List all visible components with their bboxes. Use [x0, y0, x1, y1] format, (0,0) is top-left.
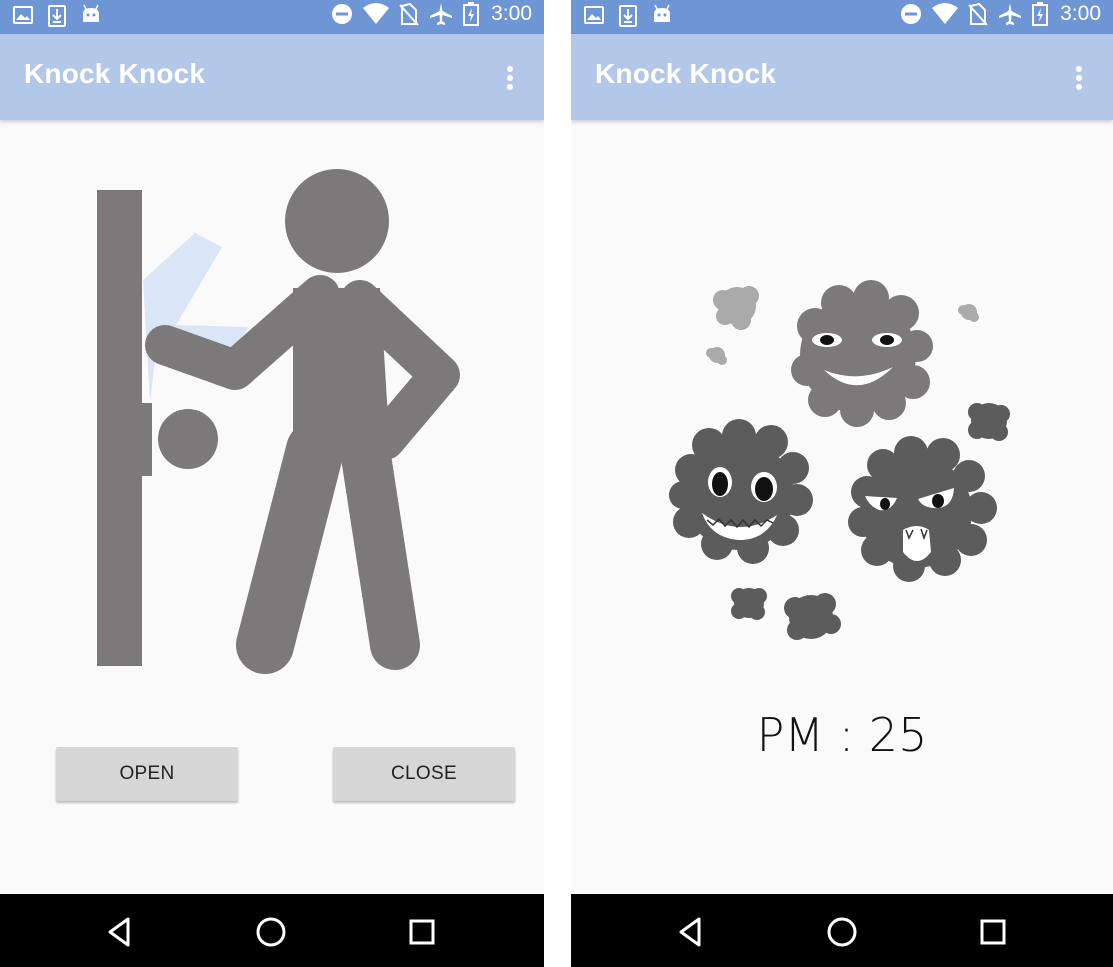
overflow-menu-icon[interactable] — [1067, 64, 1091, 92]
android-icon — [83, 4, 99, 22]
download-icon — [48, 5, 66, 27]
do-not-disturb-icon — [332, 4, 353, 24]
doorknob-icon — [158, 409, 218, 469]
nav-bar — [571, 894, 1113, 967]
home-icon[interactable] — [253, 914, 289, 950]
app-title: Knock Knock — [595, 58, 777, 89]
door-icon — [97, 190, 142, 666]
wifi-icon — [932, 3, 959, 24]
dust-monsters-illustration — [669, 280, 1010, 640]
home-icon[interactable] — [824, 914, 860, 950]
do-not-disturb-icon — [901, 4, 922, 24]
screen-knock: 3:00 Knock Knock OPEN CLOSE — [0, 0, 544, 967]
angry-monster-icon — [848, 436, 997, 582]
recents-icon[interactable] — [404, 914, 440, 950]
content-area: PM : 25 — [571, 120, 1113, 894]
back-icon[interactable] — [673, 914, 709, 950]
grinning-monster-icon — [669, 419, 813, 564]
status-bar: 3:00 — [571, 0, 1113, 34]
airplane-icon — [999, 3, 1022, 25]
screen-pm: 3:00 Knock Knock PM: 25 — [571, 0, 1113, 967]
pm-readout: PM : 25 — [756, 708, 928, 762]
image-icon — [13, 6, 33, 24]
no-sim-icon — [399, 2, 419, 26]
app-bar: Knock Knock — [571, 34, 1113, 120]
app-title: Knock Knock — [24, 58, 206, 89]
download-icon — [619, 5, 637, 27]
status-time: 3:00 — [1060, 2, 1101, 25]
wifi-icon — [363, 3, 390, 24]
open-button[interactable]: OPEN — [56, 747, 238, 801]
overflow-menu-icon[interactable] — [498, 64, 522, 92]
knock-illustration — [97, 169, 460, 674]
status-time: 3:00 — [491, 2, 532, 25]
content-area: OPEN CLOSE — [0, 120, 544, 894]
recents-icon[interactable] — [975, 914, 1011, 950]
smiling-monster-icon — [791, 280, 933, 427]
no-sim-icon — [968, 2, 988, 26]
status-bar: 3:00 — [0, 0, 544, 34]
app-bar: Knock Knock — [0, 34, 544, 120]
android-icon — [654, 4, 670, 22]
battery-charging-icon — [463, 2, 480, 26]
image-icon — [584, 6, 604, 24]
airplane-icon — [430, 3, 453, 25]
close-button[interactable]: CLOSE — [333, 747, 515, 801]
back-icon[interactable] — [102, 914, 138, 950]
nav-bar — [0, 894, 544, 967]
battery-charging-icon — [1032, 2, 1049, 26]
